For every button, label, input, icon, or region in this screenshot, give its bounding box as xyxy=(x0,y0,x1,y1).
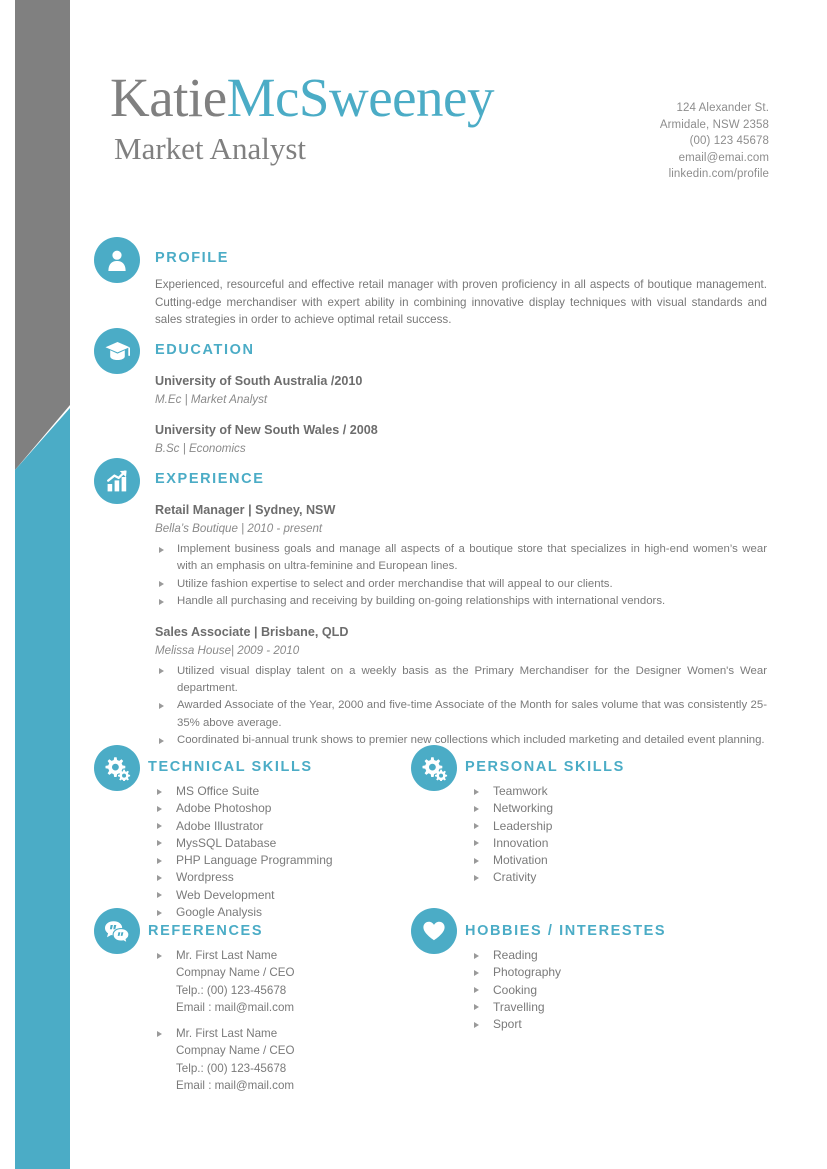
contact-city: Armidale, NSW 2358 xyxy=(659,118,769,131)
contact-linkedin[interactable]: linkedin.com/profile xyxy=(660,166,769,183)
hobbies-list: Reading Photography Cooking Travelling S… xyxy=(465,947,735,1033)
list-item: Handle all purchasing and receiving by b… xyxy=(155,593,767,610)
education-degree: B.Sc | Economics xyxy=(155,442,246,455)
job-title-line: Retail Manager | Sydney, NSW xyxy=(155,503,336,517)
list-item: Google Analysis xyxy=(148,904,408,921)
list-item: Mr. First Last Name Compnay Name / CEO T… xyxy=(148,1025,418,1094)
graduation-cap-icon xyxy=(94,328,140,374)
section-experience: EXPERIENCE Retail Manager | Sydney, NSW … xyxy=(155,470,767,750)
section-personal-skills: PERSONAL SKILLS Teamwork Networking Lead… xyxy=(465,758,725,887)
list-item: Coordinated bi-annual trunk shows to pre… xyxy=(155,732,767,749)
personal-skills-heading: PERSONAL SKILLS xyxy=(465,759,625,775)
list-item: Web Development xyxy=(148,887,408,904)
contact-phone: (00) 123 45678 xyxy=(689,135,769,148)
growth-chart-icon xyxy=(94,458,140,504)
heart-icon xyxy=(411,908,457,954)
resume-page: KatieMcSweeney Market Analyst 124 Alexan… xyxy=(0,0,827,1169)
section-hobbies: HOBBIES / INTERESTES Reading Photography… xyxy=(465,922,735,1033)
profile-text: Experienced, resourceful and effective r… xyxy=(155,278,767,326)
side-stripe xyxy=(15,0,70,1169)
list-item: MS Office Suite xyxy=(148,783,408,800)
list-item: PHP Language Programming xyxy=(148,852,408,869)
list-item: Utilized visual display talent on a week… xyxy=(155,663,767,698)
first-name: Katie xyxy=(110,67,227,128)
profile-heading: PROFILE xyxy=(155,250,230,266)
job-title-line: Sales Associate | Brisbane, QLD xyxy=(155,624,349,639)
last-name: McSweeney xyxy=(226,67,495,128)
reference-email: Email : mail@mail.com xyxy=(176,1079,295,1093)
contact-street: 124 Alexander St. xyxy=(676,102,769,114)
list-item: Photography xyxy=(465,964,735,981)
job-company-line: Melissa House| 2009 - 2010 xyxy=(155,643,300,657)
list-item: Reading xyxy=(465,947,735,964)
reference-name: Mr. First Last Name xyxy=(176,949,278,962)
experience-job: Retail Manager | Sydney, NSW Bella’s Bou… xyxy=(155,501,767,611)
reference-company: Compnay Name / CEO xyxy=(176,966,295,980)
references-heading: REFERENCES xyxy=(148,923,264,939)
stripe-teal-segment xyxy=(15,408,70,1169)
personal-skills-list: Teamwork Networking Leadership Innovatio… xyxy=(465,783,725,887)
list-item: Sport xyxy=(465,1016,735,1033)
section-education: EDUCATION University of South Australia … xyxy=(155,341,767,458)
section-technical-skills: TECHNICAL SKILLS MS Office Suite Adobe P… xyxy=(148,758,408,921)
hobbies-heading: HOBBIES / INTERESTES xyxy=(465,923,667,939)
references-list: Mr. First Last Name Compnay Name / CEO T… xyxy=(148,947,418,1094)
list-item: Adobe Photoshop xyxy=(148,800,408,817)
reference-phone: Telp.: (00) 123-45678 xyxy=(176,983,287,997)
stripe-gray-segment xyxy=(15,0,70,470)
list-item: Innovation xyxy=(465,835,725,852)
education-heading: EDUCATION xyxy=(155,342,255,358)
contact-block: 124 Alexander St. Armidale, NSW 2358 (00… xyxy=(660,100,769,183)
list-item: Awarded Associate of the Year, 2000 and … xyxy=(155,697,767,732)
education-entry: University of South Australia /2010 M.Ec… xyxy=(155,372,767,409)
list-item: Utilize fashion expertise to select and … xyxy=(155,576,767,593)
list-item: Networking xyxy=(465,800,725,817)
list-item: MysSQL Database xyxy=(148,835,408,852)
list-item: Teamwork xyxy=(465,783,725,800)
person-icon xyxy=(94,237,140,283)
experience-heading: EXPERIENCE xyxy=(155,471,265,487)
education-entry: University of New South Wales / 2008 B.S… xyxy=(155,421,767,458)
technical-skills-list: MS Office Suite Adobe Photoshop Adobe Il… xyxy=(148,783,408,921)
list-item: Adobe Illustrator xyxy=(148,818,408,835)
list-item: Mr. First Last Name Compnay Name / CEO T… xyxy=(148,947,418,1016)
job-bullet-list: Utilized visual display talent on a week… xyxy=(155,663,767,750)
list-item: Implement business goals and manage all … xyxy=(155,541,767,576)
speech-bubbles-icon xyxy=(94,908,140,954)
contact-email[interactable]: email@emai.com xyxy=(660,150,769,167)
section-references: REFERENCES Mr. First Last Name Compnay N… xyxy=(148,922,418,1103)
reference-name: Mr. First Last Name xyxy=(176,1027,278,1041)
reference-phone: Telp.: (00) 123-45678 xyxy=(176,1061,287,1075)
section-profile: PROFILE Experienced, resourceful and eff… xyxy=(155,249,767,329)
list-item: Motivation xyxy=(465,852,725,869)
technical-skills-heading: TECHNICAL SKILLS xyxy=(148,759,313,775)
gears-icon xyxy=(94,745,140,791)
list-item: Travelling xyxy=(465,999,735,1016)
reference-email: Email : mail@mail.com xyxy=(176,1000,295,1014)
education-school: University of New South Wales / 2008 xyxy=(155,423,378,437)
reference-company: Compnay Name / CEO xyxy=(176,1044,295,1058)
education-degree: M.Ec | Market Analyst xyxy=(155,393,268,406)
list-item: Wordpress xyxy=(148,869,408,886)
list-item: Leadership xyxy=(465,818,725,835)
header: KatieMcSweeney Market Analyst 124 Alexan… xyxy=(110,68,769,193)
job-bullet-list: Implement business goals and manage all … xyxy=(155,541,767,611)
list-item: Crativity xyxy=(465,869,725,886)
education-school: University of South Australia /2010 xyxy=(155,374,363,388)
job-company-line: Bella’s Boutique | 2010 - present xyxy=(155,522,323,535)
gears-icon xyxy=(411,745,457,791)
list-item: Cooking xyxy=(465,982,735,999)
experience-job: Sales Associate | Brisbane, QLD Melissa … xyxy=(155,623,767,750)
